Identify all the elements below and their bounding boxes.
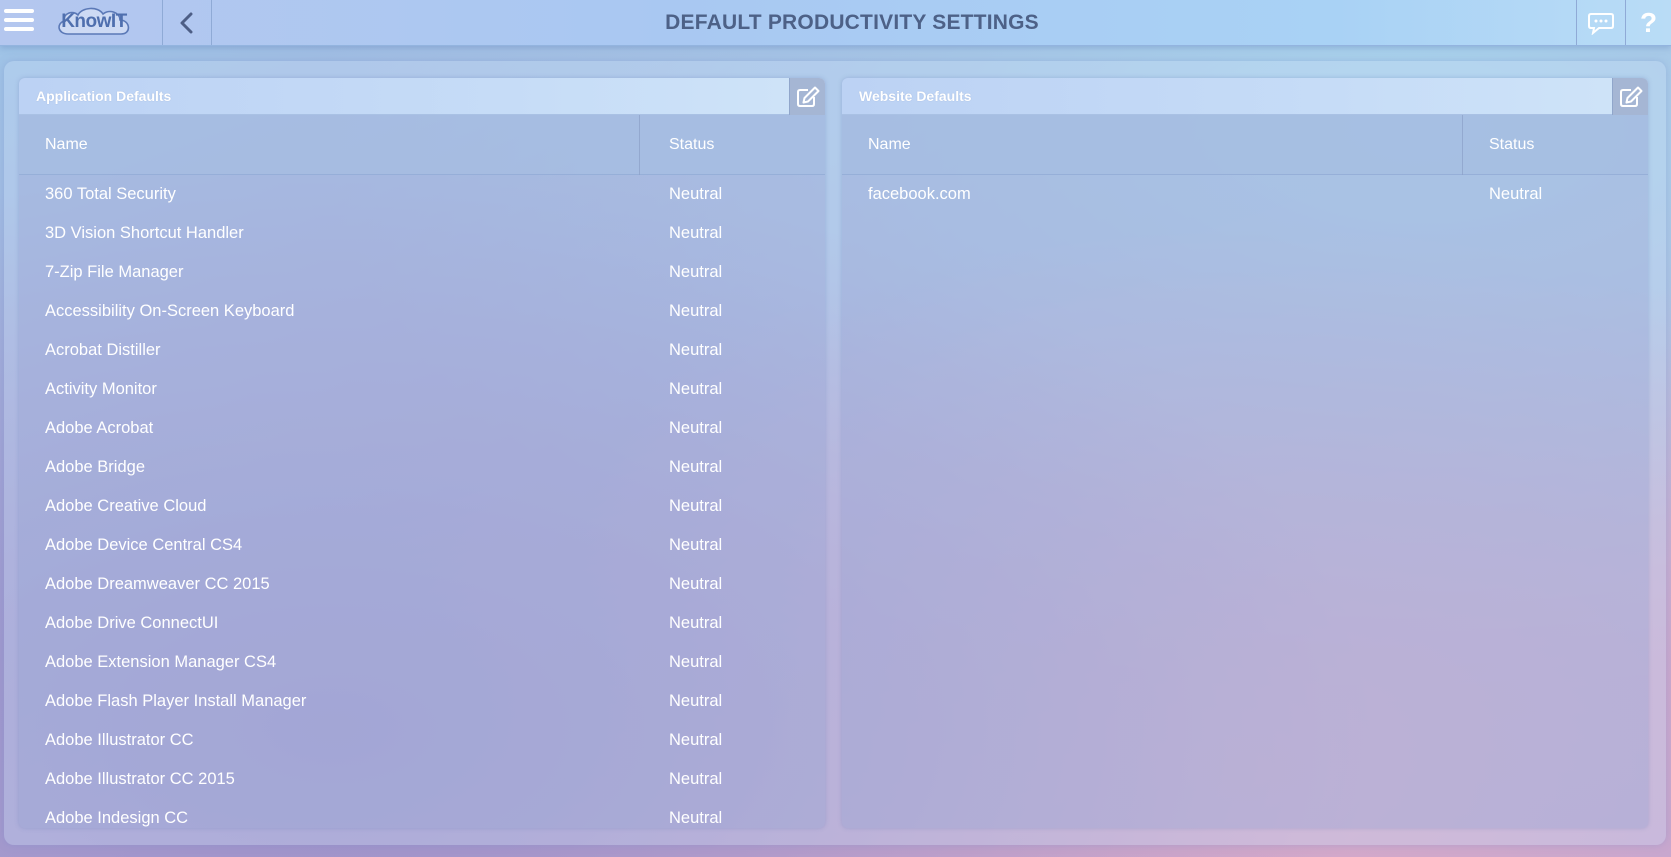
hamburger-menu-icon[interactable] [4, 6, 34, 36]
chat-button[interactable] [1577, 0, 1625, 45]
row-name: 7-Zip File Manager [45, 263, 184, 281]
table-row[interactable]: Adobe Illustrator CC Neutral [19, 721, 825, 760]
row-name: Adobe Dreamweaver CC 2015 [45, 575, 270, 593]
row-name: Adobe Drive ConnectUI [45, 614, 219, 632]
column-divider [1462, 115, 1463, 175]
website-list: facebook.com Neutral [842, 175, 1648, 828]
knowit-logo[interactable]: KnowIT [54, 5, 134, 39]
table-row[interactable]: Acrobat Distiller Neutral [19, 331, 825, 370]
table-row[interactable]: Adobe Dreamweaver CC 2015 Neutral [19, 565, 825, 604]
row-name: Adobe Device Central CS4 [45, 536, 243, 554]
table-row[interactable]: Adobe Indesign CC Neutral [19, 799, 825, 828]
column-header-status[interactable]: Status [1489, 115, 1534, 175]
row-name: 3D Vision Shortcut Handler [45, 224, 244, 242]
table-row[interactable]: Adobe Bridge Neutral [19, 448, 825, 487]
row-name: Acrobat Distiller [45, 341, 161, 359]
row-status: Neutral [669, 536, 723, 554]
row-status: Neutral [1489, 185, 1543, 203]
row-status: Neutral [669, 263, 723, 281]
website-defaults-panel: Website Defaults Name Status facebook.co… [842, 78, 1648, 828]
table-row[interactable]: Adobe Illustrator CC 2015 Neutral [19, 760, 825, 799]
column-divider [639, 115, 640, 175]
table-row[interactable]: Adobe Extension Manager CS4 Neutral [19, 643, 825, 682]
row-status: Neutral [669, 653, 723, 671]
table-row[interactable]: Adobe Device Central CS4 Neutral [19, 526, 825, 565]
top-bar: KnowIT DEFAULT PRODUCTIVITY SETTINGS ? [0, 0, 1671, 46]
table-row[interactable]: Accessibility On-Screen Keyboard Neutral [19, 292, 825, 331]
row-status: Neutral [669, 341, 723, 359]
row-status: Neutral [669, 731, 723, 749]
row-name: Adobe Indesign CC [45, 809, 189, 827]
row-name: Accessibility On-Screen Keyboard [45, 302, 295, 320]
row-status: Neutral [669, 692, 723, 710]
table-row[interactable]: Adobe Acrobat Neutral [19, 409, 825, 448]
table-row[interactable]: Adobe Drive ConnectUI Neutral [19, 604, 825, 643]
column-header-status[interactable]: Status [669, 115, 714, 175]
row-status: Neutral [669, 809, 723, 827]
edit-icon [796, 86, 819, 107]
row-status: Neutral [669, 302, 723, 320]
row-status: Neutral [669, 458, 723, 476]
row-status: Neutral [669, 224, 723, 242]
row-status: Neutral [669, 575, 723, 593]
chevron-left-icon [180, 12, 193, 33]
application-defaults-panel: Application Defaults Name Status 360 Tot… [19, 78, 825, 828]
question-mark-icon: ? [1639, 6, 1658, 38]
row-name: Adobe Illustrator CC [45, 731, 194, 749]
row-name: Adobe Acrobat [45, 419, 154, 437]
application-list: 360 Total Security Neutral 3D Vision Short… [19, 175, 825, 828]
chat-bubble-icon [1588, 12, 1614, 35]
row-name: Activity Monitor [45, 380, 157, 398]
table-row[interactable]: 7-Zip File Manager Neutral [19, 253, 825, 292]
row-status: Neutral [669, 614, 723, 632]
edit-icon [1619, 86, 1642, 107]
row-name: Adobe Flash Player Install Manager [45, 692, 307, 710]
back-button[interactable] [163, 0, 211, 45]
logo-text: KnowIT [61, 11, 127, 32]
row-name: facebook.com [868, 185, 971, 203]
row-name: Adobe Bridge [45, 458, 145, 476]
table-row[interactable]: facebook.com Neutral [842, 175, 1648, 214]
column-header-name[interactable]: Name [868, 115, 911, 175]
table-header: Name Status [842, 115, 1648, 175]
table-row[interactable]: Activity Monitor Neutral [19, 370, 825, 409]
row-name: Adobe Creative Cloud [45, 497, 207, 515]
column-header-name[interactable]: Name [45, 115, 88, 175]
row-name: 360 Total Security [45, 185, 176, 203]
table-row[interactable]: 360 Total Security Neutral [19, 175, 825, 214]
panel-header: Website Defaults [842, 78, 1648, 115]
page-title: DEFAULT PRODUCTIVITY SETTINGS [665, 10, 1039, 34]
help-button[interactable]: ? [1626, 0, 1671, 45]
table-row[interactable]: 3D Vision Shortcut Handler Neutral [19, 214, 825, 253]
table-row[interactable]: Adobe Flash Player Install Manager Neutra… [19, 682, 825, 721]
panel-header: Application Defaults [19, 78, 825, 115]
row-name: Adobe Illustrator CC 2015 [45, 770, 235, 788]
panel-title: Website Defaults [859, 88, 972, 104]
panel-title: Application Defaults [36, 88, 172, 104]
edit-application-defaults-button[interactable] [789, 78, 825, 115]
row-status: Neutral [669, 497, 723, 515]
table-row[interactable]: Adobe Creative Cloud Neutral [19, 487, 825, 526]
row-status: Neutral [669, 185, 723, 203]
row-status: Neutral [669, 770, 723, 788]
table-header: Name Status [19, 115, 825, 175]
row-status: Neutral [669, 419, 723, 437]
row-name: Adobe Extension Manager CS4 [45, 653, 277, 671]
row-status: Neutral [669, 380, 723, 398]
edit-website-defaults-button[interactable] [1612, 78, 1648, 115]
